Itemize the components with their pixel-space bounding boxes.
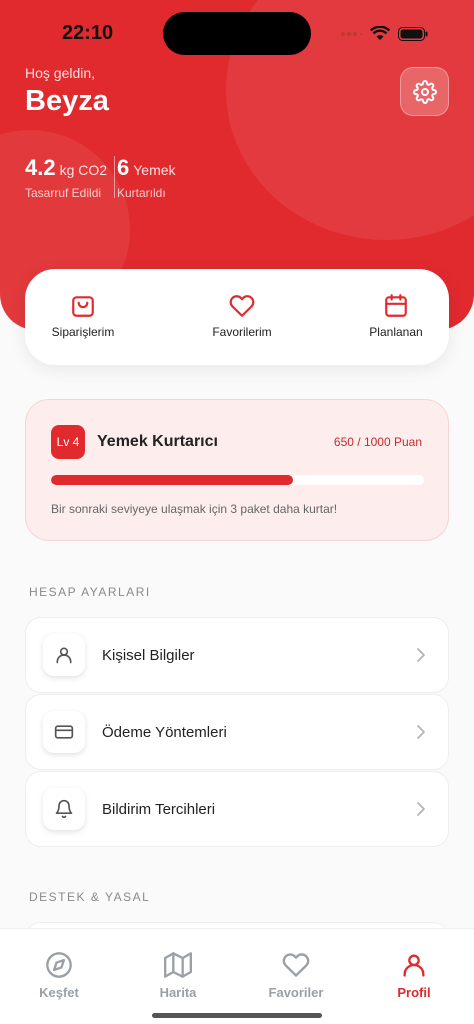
dynamic-island [163,12,311,55]
tab-map-label: Harita [159,985,197,1000]
level-progress-bar [51,475,424,485]
co2-stat: 4.2 kg CO2 Tasarruf Edildi [25,155,107,200]
notification-preferences-row[interactable]: Bildirim Tercihleri [25,771,449,847]
co2-label: Tasarruf Edildi [25,186,102,200]
level-hint: Bir sonraki seviyeye ulaşmak için 3 pake… [51,502,338,516]
tab-profile-label: Profil [397,985,431,1000]
user-icon [43,634,85,676]
tab-favorites[interactable]: Favoriler [251,951,341,1000]
stat-divider [114,156,115,198]
quick-actions-card: Siparişlerim Favorilerim Planlanan [25,269,449,365]
battery-icon [398,26,428,41]
meals-label: Kurtarıldı [117,186,166,200]
compass-icon [46,952,72,978]
meals-unit: Yemek [133,162,176,178]
meals-value: 6 [117,155,130,180]
planned-button[interactable]: Planlanan [341,293,451,339]
gear-icon [412,79,437,104]
calendar-icon [385,294,407,317]
username: Beyza [25,85,109,117]
orders-label: Siparişlerim [51,325,115,339]
tab-bar: Keşfet Harita Favoriler Profil [0,928,474,1024]
welcome-text: Hoş geldin, [25,65,96,81]
chevron-right-icon [417,648,425,662]
co2-unit: kg CO2 [59,162,108,178]
bell-icon [43,788,85,830]
heart-icon [229,295,255,317]
user-icon [403,954,425,977]
chevron-right-icon [417,802,425,816]
heart-icon [282,953,310,977]
status-time: 22:10 [62,22,114,44]
chevron-right-icon [417,725,425,739]
support-section-title: DESTEK & YASAL [29,890,151,904]
signal-icon [340,31,362,36]
account-section-title: HESAP AYARLARI [29,585,151,599]
credit-card-icon [43,711,85,753]
favorites-label: Favorilerim [212,325,272,339]
settings-button[interactable] [400,67,449,116]
level-card: Lv 4 Yemek Kurtarıcı 650 / 1000 Puan Bir… [25,399,449,541]
tab-favorites-label: Favoriler [268,985,324,1000]
tab-profile[interactable]: Profil [369,951,459,1000]
tab-map[interactable]: Harita [133,951,223,1000]
status-icons [340,26,428,41]
personal-info-row[interactable]: Kişisel Bilgiler [25,617,449,693]
personal-info-label: Kişisel Bilgiler [102,646,195,664]
co2-value: 4.2 [25,155,56,180]
home-indicator [152,1013,322,1018]
tab-explore-label: Keşfet [39,985,79,1000]
tab-explore[interactable]: Keşfet [14,951,104,1000]
planned-label: Planlanan [369,325,423,339]
level-title: Yemek Kurtarıcı [97,433,218,450]
map-icon [164,952,192,978]
payment-methods-label: Ödeme Yöntemleri [102,723,227,741]
orders-button[interactable]: Siparişlerim [28,293,138,339]
payment-methods-row[interactable]: Ödeme Yöntemleri [25,694,449,770]
shopping-bag-icon [72,296,94,317]
level-badge: Lv 4 [51,425,85,459]
notification-preferences-label: Bildirim Tercihleri [102,800,216,818]
level-points: 650 / 1000 Puan [333,435,422,449]
wifi-icon [370,26,390,40]
level-progress-fill [51,475,294,485]
meals-stat: 6 Yemek Kurtarıldı [117,155,176,200]
favorites-button[interactable]: Favorilerim [187,293,297,339]
